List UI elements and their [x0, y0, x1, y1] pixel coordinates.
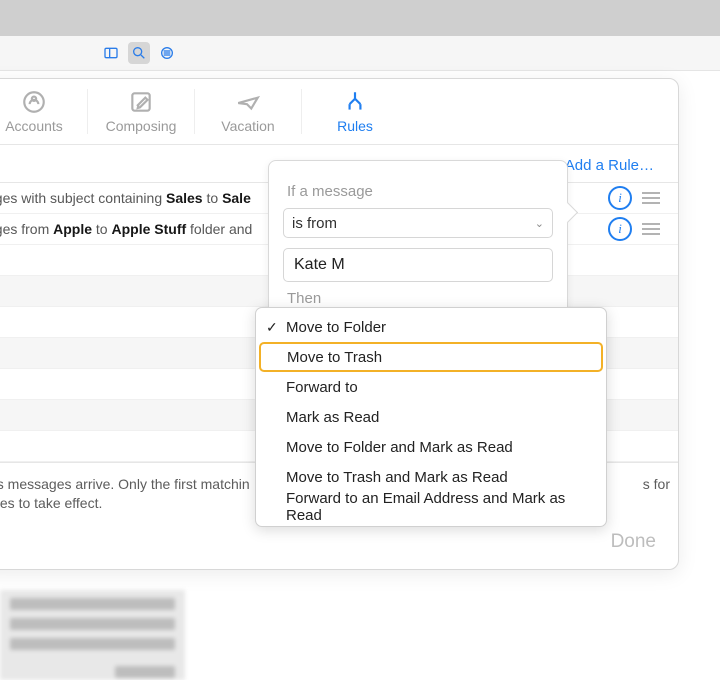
- sidebar-toggle-icon[interactable]: [100, 42, 122, 64]
- add-rule-button[interactable]: Add a Rule…: [565, 157, 654, 174]
- menu-item-move-folder-mark-read[interactable]: Move to Folder and Mark as Read: [256, 432, 606, 462]
- then-label: Then: [287, 290, 549, 307]
- menu-item-mark-as-read[interactable]: Mark as Read: [256, 402, 606, 432]
- drag-handle-icon[interactable]: [642, 192, 660, 204]
- list-icon[interactable]: [156, 42, 178, 64]
- tab-label: Accounts: [5, 118, 63, 134]
- tab-label: Vacation: [221, 118, 274, 134]
- menu-item-move-trash-mark-read[interactable]: Move to Trash and Mark as Read: [256, 462, 606, 492]
- tab-rules[interactable]: Rules: [302, 89, 408, 134]
- rule-text: ages with subject containing Sales to Sa…: [0, 190, 251, 206]
- menu-item-forward-to[interactable]: Forward to: [256, 372, 606, 402]
- menu-item-forward-mark-read[interactable]: Forward to an Email Address and Mark as …: [256, 492, 606, 522]
- rule-text: ages from Apple to Apple Stuff folder an…: [0, 221, 252, 237]
- rule-editor-popover: If a message is from ⌄ Kate M Then: [268, 160, 568, 330]
- done-button[interactable]: Done: [611, 531, 656, 553]
- drag-handle-icon[interactable]: [642, 223, 660, 235]
- menu-item-move-to-folder[interactable]: Move to Folder: [256, 312, 606, 342]
- window-titlebar: [0, 0, 720, 36]
- search-icon[interactable]: [128, 42, 150, 64]
- tab-label: Rules: [337, 118, 373, 134]
- if-label: If a message: [287, 183, 549, 200]
- tab-composing[interactable]: Composing: [88, 89, 195, 134]
- action-dropdown-menu: Move to Folder Move to Trash Forward to …: [255, 307, 607, 527]
- settings-tabs: Accounts Composing Vacation Rules: [0, 79, 678, 145]
- info-icon[interactable]: i: [608, 186, 632, 210]
- condition-value: is from: [292, 215, 337, 232]
- menu-item-move-to-trash[interactable]: Move to Trash: [259, 342, 603, 372]
- tab-accounts[interactable]: Accounts: [0, 89, 88, 134]
- info-icon[interactable]: i: [608, 217, 632, 241]
- toolbar: [0, 36, 720, 71]
- tab-label: Composing: [106, 118, 177, 134]
- tab-vacation[interactable]: Vacation: [195, 89, 302, 134]
- condition-select[interactable]: is from ⌄: [283, 208, 553, 238]
- chevron-down-icon: ⌄: [535, 217, 544, 230]
- condition-value-field[interactable]: Kate M: [283, 248, 553, 282]
- background-message-preview: [0, 590, 185, 680]
